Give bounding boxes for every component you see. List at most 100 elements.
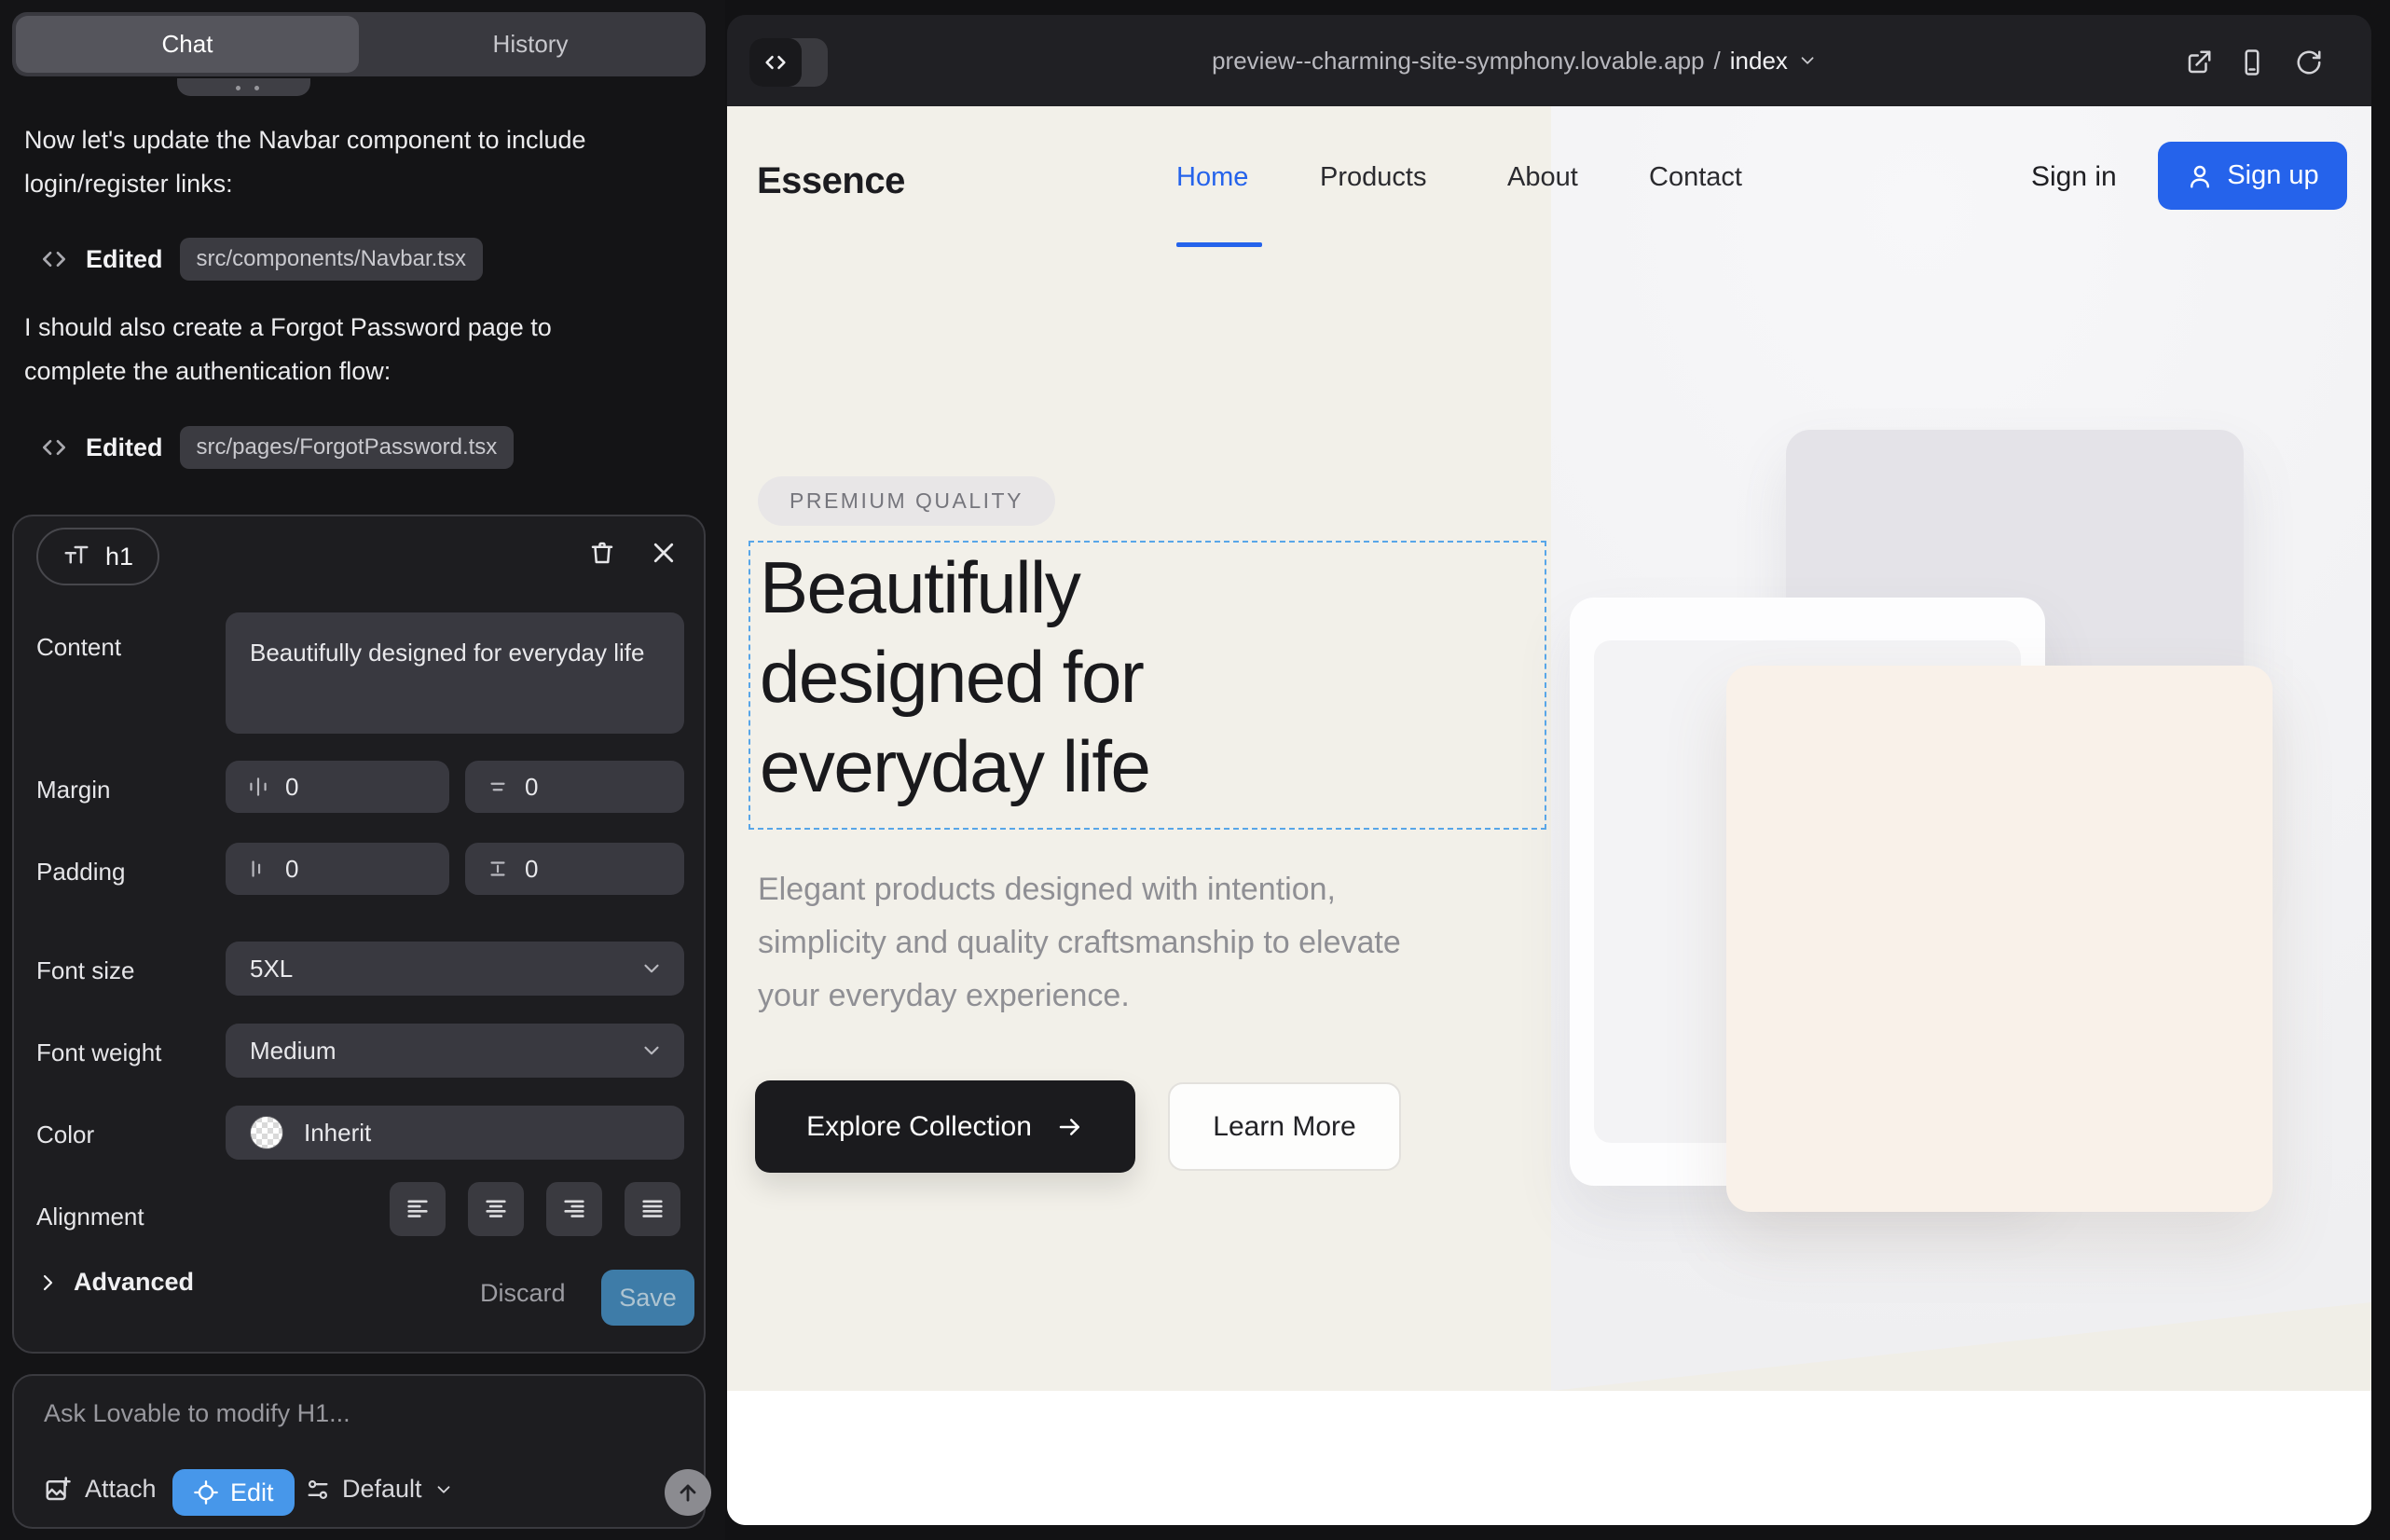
delete-element-icon[interactable] <box>588 539 616 567</box>
site-preview: Essence Home Products About Contact Sign… <box>727 106 2371 1525</box>
code-icon <box>749 38 802 87</box>
mode-select[interactable]: Default <box>305 1475 454 1504</box>
code-icon <box>39 433 69 462</box>
align-justify-button[interactable] <box>625 1182 680 1236</box>
edited-file-row: Edited src/components/Navbar.tsx <box>39 238 483 281</box>
color-swatch <box>250 1116 283 1149</box>
margin-label: Margin <box>36 776 110 804</box>
padding-x-value: 0 <box>285 855 298 884</box>
sign-in-link[interactable]: Sign in <box>2031 161 2117 193</box>
send-button[interactable] <box>665 1469 711 1516</box>
edit-mode-button[interactable]: Edit <box>172 1469 295 1516</box>
align-left-button[interactable] <box>390 1182 446 1236</box>
margin-vertical-icon <box>486 775 510 799</box>
tag-name: h1 <box>105 543 133 571</box>
font-weight-label: Font weight <box>36 1038 161 1067</box>
chat-history-tabs: Chat History <box>12 12 706 76</box>
explore-collection-button[interactable]: Explore Collection <box>755 1080 1135 1173</box>
file-chip[interactable]: src/pages/ForgotPassword.tsx <box>180 426 515 469</box>
advanced-toggle[interactable]: Advanced <box>36 1268 194 1297</box>
font-weight-value: Medium <box>250 1037 336 1066</box>
mode-label: Default <box>342 1475 422 1504</box>
tab-chat[interactable]: Chat <box>16 16 359 73</box>
padding-label: Padding <box>36 858 125 887</box>
active-nav-underline <box>1176 242 1262 247</box>
save-button[interactable]: Save <box>601 1270 694 1326</box>
align-right-button[interactable] <box>546 1182 602 1236</box>
code-icon <box>39 244 69 274</box>
nav-link-about[interactable]: About <box>1507 162 1578 193</box>
hero-heading[interactable]: Beautifully designed for everyday life <box>760 543 1149 811</box>
font-weight-select[interactable]: Medium <box>226 1024 684 1078</box>
chevron-down-icon <box>1797 50 1818 71</box>
edited-label: Edited <box>86 245 163 274</box>
app-root: Chat History Now let's update the Navbar… <box>0 0 2390 1540</box>
chevron-down-icon <box>639 1038 664 1063</box>
premium-quality-badge: PREMIUM QUALITY <box>758 476 1055 526</box>
attach-label: Attach <box>85 1475 157 1504</box>
color-value: Inherit <box>304 1119 371 1148</box>
target-icon <box>193 1479 219 1506</box>
open-external-icon[interactable] <box>2185 48 2213 76</box>
chat-sidebar: Chat History Now let's update the Navbar… <box>0 0 725 1540</box>
font-size-select[interactable]: 5XL <box>226 942 684 996</box>
section-below-hero <box>727 1391 2371 1525</box>
code-preview-toggle[interactable] <box>749 38 828 87</box>
sign-up-label: Sign up <box>2227 160 2318 191</box>
site-logo[interactable]: Essence <box>757 160 905 202</box>
font-size-value: 5XL <box>250 955 293 983</box>
url-bar[interactable]: preview--charming-site-symphony.lovable.… <box>1212 15 1818 106</box>
scrolled-chip-fragment <box>177 78 310 96</box>
padding-x-input[interactable]: 0 <box>226 843 449 895</box>
browser-topbar: preview--charming-site-symphony.lovable.… <box>727 15 2371 106</box>
arrow-up-icon <box>675 1479 701 1506</box>
discard-button[interactable]: Discard <box>480 1279 566 1308</box>
margin-y-input[interactable]: 0 <box>465 761 684 813</box>
selected-element-tag: h1 <box>36 528 159 585</box>
hero-heading-line: Beautifully <box>760 543 1149 632</box>
chevron-right-icon <box>36 1272 59 1294</box>
attach-button[interactable]: Attach <box>44 1475 157 1504</box>
arrow-right-icon <box>1056 1113 1084 1141</box>
hero-heading-line: everyday life <box>760 722 1149 811</box>
file-chip[interactable]: src/components/Navbar.tsx <box>180 238 483 281</box>
image-plus-icon <box>44 1476 72 1504</box>
element-editor-panel: h1 Content Beautifully designed for ever… <box>12 515 706 1354</box>
nav-link-products[interactable]: Products <box>1320 162 1426 193</box>
hero-heading-line: designed for <box>760 632 1149 722</box>
color-select[interactable]: Inherit <box>226 1106 684 1160</box>
chevron-down-icon <box>433 1479 454 1500</box>
alignment-label: Alignment <box>36 1203 144 1231</box>
align-center-button[interactable] <box>468 1182 524 1236</box>
close-panel-icon[interactable] <box>650 539 678 567</box>
content-label: Content <box>36 633 121 662</box>
learn-more-button[interactable]: Learn More <box>1168 1082 1401 1171</box>
user-icon <box>2186 162 2214 190</box>
refresh-icon[interactable] <box>2295 48 2323 76</box>
assistant-message: I should also create a Forgot Password p… <box>24 306 658 393</box>
chevron-down-icon <box>639 956 664 981</box>
padding-vertical-icon <box>486 857 510 881</box>
margin-horizontal-icon <box>246 775 270 799</box>
padding-horizontal-icon <box>246 857 270 881</box>
sign-up-button[interactable]: Sign up <box>2158 142 2347 210</box>
tab-history[interactable]: History <box>359 16 702 73</box>
margin-x-input[interactable]: 0 <box>226 761 449 813</box>
mobile-view-icon[interactable] <box>2238 48 2266 76</box>
nav-link-home[interactable]: Home <box>1176 162 1248 193</box>
type-icon <box>62 543 90 571</box>
nav-link-contact[interactable]: Contact <box>1649 162 1742 193</box>
url-page: index <box>1730 47 1788 76</box>
content-input[interactable]: Beautifully designed for everyday life <box>226 612 684 734</box>
margin-y-value: 0 <box>525 773 538 802</box>
composer-input[interactable] <box>42 1398 652 1429</box>
padding-y-input[interactable]: 0 <box>465 843 684 895</box>
advanced-label: Advanced <box>74 1268 194 1297</box>
decorative-card-cream <box>1726 666 2273 1212</box>
font-size-label: Font size <box>36 956 135 985</box>
assistant-message: Now let's update the Navbar component to… <box>24 118 658 206</box>
margin-x-value: 0 <box>285 773 298 802</box>
sliders-icon <box>305 1477 331 1503</box>
explore-collection-label: Explore Collection <box>806 1111 1032 1143</box>
url-separator: / <box>1714 47 1721 76</box>
